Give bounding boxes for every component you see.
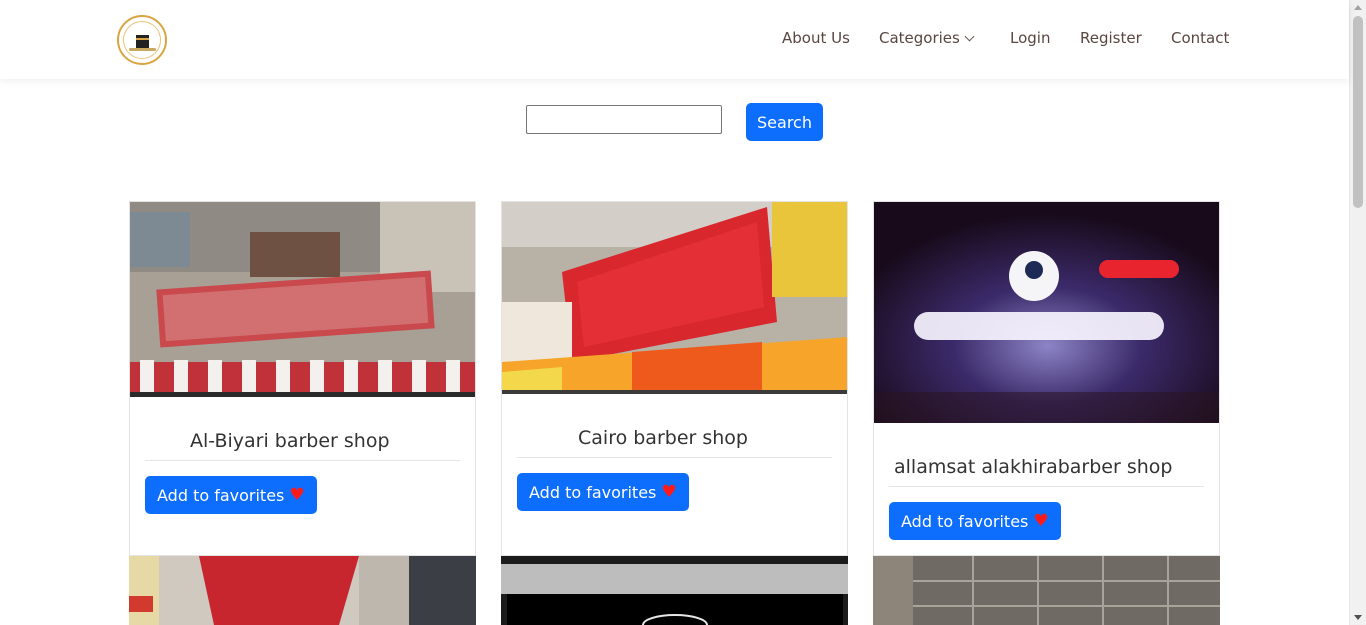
card-divider — [889, 486, 1204, 487]
shop-title[interactable]: allamsat alakhirabarber shop — [894, 456, 1172, 478]
logo-ground — [129, 48, 156, 51]
page-scrollbar[interactable] — [1349, 0, 1366, 625]
shop-card: allamsat alakhirabarber shop Add to favo… — [873, 201, 1220, 556]
shop-image[interactable] — [130, 202, 475, 397]
add-to-favorites-label: Add to favorites — [901, 511, 1029, 531]
nav-register[interactable]: Register — [1080, 29, 1142, 47]
scroll-up-arrow-icon[interactable] — [1354, 5, 1362, 10]
scroll-down-arrow-icon[interactable] — [1354, 615, 1362, 620]
shop-card — [501, 556, 848, 625]
add-to-favorites-button[interactable]: Add to favorites ♥ — [517, 473, 689, 511]
shop-card — [129, 556, 476, 625]
heart-icon: ♥ — [1033, 511, 1049, 531]
card-divider — [145, 460, 460, 461]
shop-card: Al-Biyari barber shop Add to favorites ♥ — [129, 201, 476, 556]
search-button[interactable]: Search — [746, 103, 823, 141]
add-to-favorites-label: Add to favorites — [157, 485, 285, 505]
heart-icon: ♥ — [289, 485, 305, 505]
shop-image[interactable] — [501, 556, 848, 625]
kaaba-icon — [136, 35, 149, 48]
barber-sign-image — [130, 202, 475, 397]
scroll-thumb[interactable] — [1353, 16, 1363, 208]
kaaba-logo-icon[interactable] — [117, 15, 167, 65]
site-header: About Us Categories Login Register Conta… — [0, 0, 1349, 79]
add-to-favorites-button[interactable]: Add to favorites ♥ — [145, 476, 317, 514]
barber-sign-image — [502, 202, 847, 394]
nav-categories-label: Categories — [879, 29, 960, 47]
add-to-favorites-button[interactable]: Add to favorites ♥ — [889, 502, 1061, 540]
shop-card — [873, 556, 1220, 625]
barber-sign-image — [129, 556, 476, 625]
building-facade-image — [873, 556, 1220, 625]
chevron-down-icon — [964, 31, 975, 42]
shop-card: Cairo barber shop Add to favorites ♥ — [501, 201, 848, 556]
add-to-favorites-label: Add to favorites — [529, 482, 657, 502]
shop-title[interactable]: Al-Biyari barber shop — [190, 430, 390, 452]
shop-image[interactable] — [873, 556, 1220, 625]
nav-about-us[interactable]: About Us — [782, 29, 850, 47]
shop-title[interactable]: Cairo barber shop — [578, 427, 748, 449]
nav-login[interactable]: Login — [1010, 29, 1050, 47]
barber-sign-image — [501, 556, 848, 625]
card-divider — [517, 457, 832, 458]
shop-image[interactable] — [129, 556, 476, 625]
search-input[interactable] — [526, 105, 722, 134]
barber-sign-image — [874, 202, 1219, 423]
nav-contact[interactable]: Contact — [1171, 29, 1229, 47]
nav-categories[interactable]: Categories — [879, 29, 975, 47]
heart-icon: ♥ — [661, 482, 677, 502]
shop-image[interactable] — [874, 202, 1219, 423]
shop-image[interactable] — [502, 202, 847, 394]
